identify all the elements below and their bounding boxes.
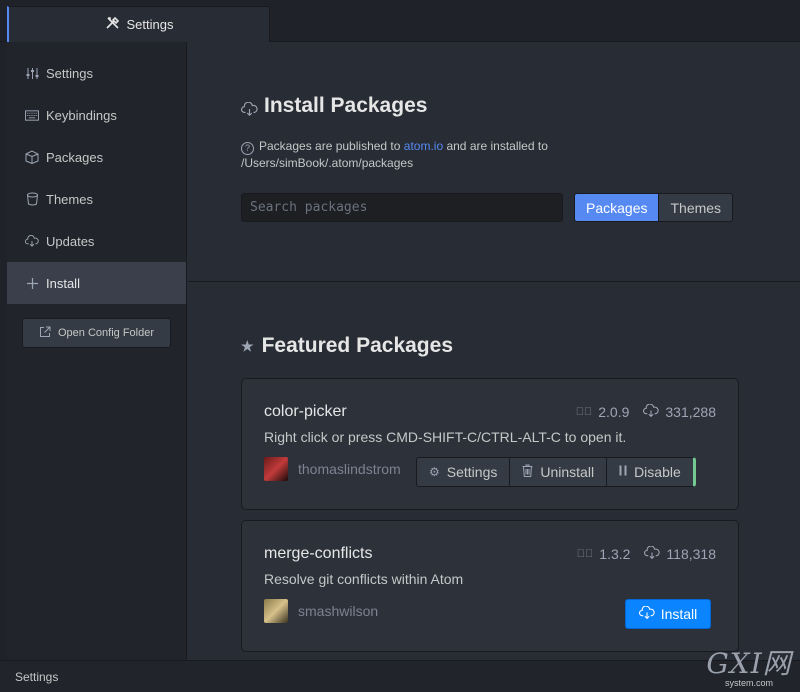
- sidebar-item-label: Packages: [46, 149, 104, 165]
- info-path: /Users/simBook/.atom/packages: [241, 156, 414, 170]
- featured-packages-heading: ★ Featured Packages: [241, 334, 453, 358]
- settings-label: Settings: [446, 464, 498, 480]
- sidebar-item-settings[interactable]: Settings: [7, 52, 186, 94]
- package-downloads: 118,318: [666, 546, 716, 562]
- package-card[interactable]: merge-conflicts ▯⃒ 1.3.2 118,318 Resolve…: [241, 520, 739, 652]
- info-prefix: Packages are published to: [259, 139, 404, 153]
- sidebar-item-label: Updates: [46, 233, 95, 249]
- plus-icon: [25, 276, 39, 290]
- sidebar-item-label: Keybindings: [46, 107, 117, 123]
- settings-main-panel: Install Packages ? Packages are published…: [188, 42, 800, 660]
- open-config-label: Open Config Folder: [58, 327, 154, 339]
- pause-icon: [619, 465, 627, 479]
- sidebar-item-updates[interactable]: Updates: [7, 220, 186, 262]
- star-icon: ★: [241, 337, 254, 354]
- avatar: [264, 599, 288, 623]
- trash-icon: [522, 464, 533, 480]
- paintcan-icon: [25, 192, 39, 206]
- tab-title: Settings: [126, 17, 174, 32]
- package-description: Right click or press CMD-SHIFT-C/CTRL-AL…: [264, 429, 627, 445]
- author-name[interactable]: smashwilson: [298, 603, 378, 619]
- versions-icon: ▯⃒: [575, 406, 593, 418]
- package-version: 1.3.2: [599, 546, 631, 562]
- sidebar-item-themes[interactable]: Themes: [7, 178, 186, 220]
- versions-icon: ▯⃒: [576, 548, 594, 560]
- cloud-download-icon: [638, 605, 655, 622]
- package-version: 2.0.9: [598, 404, 630, 420]
- package-card[interactable]: color-picker ▯⃒ 2.0.9 331,288 Right clic…: [241, 378, 739, 510]
- cloud-download-icon: [25, 234, 39, 248]
- site-watermark: GXI网 system.com: [703, 648, 795, 690]
- cloud-download-icon: [241, 98, 258, 116]
- page-title: Install Packages: [264, 94, 428, 117]
- package-icon: [25, 150, 39, 164]
- package-meta: ▯⃒ 1.3.2 118,318: [576, 545, 716, 562]
- package-controls: ⚙ Settings Uninstall Disable: [416, 457, 696, 487]
- info-suffix: and are installed to: [443, 139, 548, 153]
- question-icon: ?: [241, 142, 254, 155]
- watermark-logo: GXI网: [706, 647, 792, 680]
- package-meta: ▯⃒ 2.0.9 331,288: [575, 403, 716, 420]
- tools-icon: [105, 15, 121, 34]
- sidebar-item-install[interactable]: Install: [7, 262, 186, 304]
- featured-title: Featured Packages: [261, 334, 453, 357]
- cloud-download-icon: [643, 403, 660, 420]
- tab-settings[interactable]: Settings: [7, 6, 270, 42]
- install-button[interactable]: Install: [625, 599, 711, 629]
- cloud-download-icon: [644, 545, 661, 562]
- keyboard-icon: [25, 108, 39, 122]
- settings-button[interactable]: ⚙ Settings: [416, 457, 511, 487]
- left-gutter: [0, 42, 7, 660]
- gear-icon: ⚙: [429, 465, 440, 479]
- tab-bar: Settings: [0, 0, 800, 42]
- sidebar-item-label: Settings: [46, 65, 93, 81]
- install-label: Install: [660, 606, 698, 622]
- avatar: [264, 457, 288, 481]
- install-packages-heading: Install Packages: [241, 94, 427, 118]
- package-downloads: 331,288: [665, 404, 716, 420]
- status-bar-text[interactable]: Settings: [15, 670, 58, 684]
- uninstall-label: Uninstall: [540, 464, 595, 480]
- disable-button[interactable]: Disable: [607, 457, 696, 487]
- package-name[interactable]: color-picker: [264, 403, 347, 421]
- package-name[interactable]: merge-conflicts: [264, 545, 372, 563]
- settings-sidebar: Settings Keybindings Packages Themes Upd…: [7, 42, 187, 660]
- sliders-icon: [25, 66, 39, 80]
- disable-label: Disable: [634, 464, 681, 480]
- atom-io-link[interactable]: atom.io: [404, 139, 443, 153]
- author-name[interactable]: thomaslindstrom: [298, 461, 401, 477]
- package-description: Resolve git conflicts within Atom: [264, 571, 464, 587]
- themes-toggle-button[interactable]: Themes: [659, 193, 734, 222]
- install-info-text: ? Packages are published to atom.io and a…: [241, 138, 548, 172]
- sidebar-item-keybindings[interactable]: Keybindings: [7, 94, 186, 136]
- external-link-icon: [39, 326, 51, 341]
- package-type-toggle: Packages Themes: [574, 193, 734, 222]
- install-packages-section: Install Packages ? Packages are published…: [188, 42, 800, 282]
- status-bar: Settings: [0, 660, 800, 692]
- package-author[interactable]: smashwilson: [264, 599, 378, 623]
- open-config-folder-button[interactable]: Open Config Folder: [22, 318, 171, 348]
- packages-toggle-button[interactable]: Packages: [574, 193, 660, 222]
- uninstall-button[interactable]: Uninstall: [510, 457, 608, 487]
- watermark-subtext: system.com: [724, 678, 773, 688]
- package-author[interactable]: thomaslindstrom: [264, 457, 401, 481]
- search-packages-input[interactable]: [241, 193, 563, 222]
- sidebar-item-label: Themes: [46, 191, 93, 207]
- sidebar-item-label: Install: [46, 275, 80, 291]
- sidebar-item-packages[interactable]: Packages: [7, 136, 186, 178]
